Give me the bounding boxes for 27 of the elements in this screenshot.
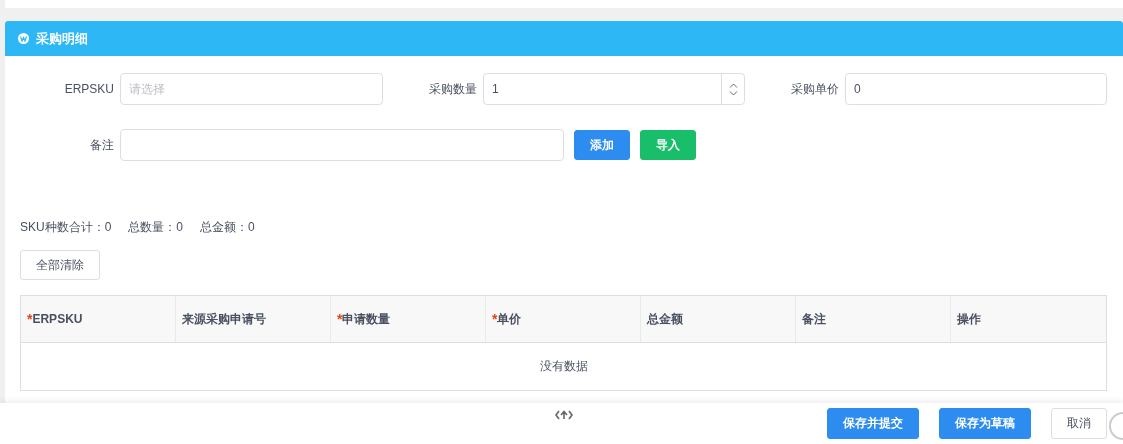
clear-all-button[interactable]: 全部清除 [20, 250, 100, 280]
panel-title: 采购明细 [36, 29, 88, 48]
field-label: 采购数量 [428, 80, 478, 98]
column-title: 来源采购申请号 [182, 310, 266, 328]
field-label: ERPSKU [63, 82, 115, 96]
input-field[interactable] [120, 129, 564, 161]
field-label: 备注 [89, 136, 115, 154]
number-field[interactable]: 1 [483, 73, 745, 105]
code-arrow-icon[interactable] [555, 410, 573, 420]
required-mark: * [27, 311, 33, 327]
summary-text: 总金额：0 [200, 218, 255, 236]
required-mark: * [337, 311, 343, 327]
cancel-button[interactable]: 取消 [1051, 408, 1107, 439]
required-mark: * [492, 311, 498, 327]
summary-text: SKU种数合计：0 [20, 218, 112, 236]
column-title: 单价 [497, 310, 522, 328]
input-field[interactable]: 请选择 [120, 73, 383, 105]
summary-text: 总数量：0 [128, 218, 184, 236]
column-title: 操作 [957, 310, 981, 328]
input-field[interactable]: 0 [845, 73, 1107, 105]
column-title: ERPSKU [32, 312, 83, 326]
field-label: 采购单价 [790, 80, 840, 98]
column-title: 备注 [802, 310, 826, 328]
column-title: 总金额 [647, 310, 683, 328]
logo-icon [18, 33, 29, 44]
empty-message: 没有数据 [539, 358, 588, 375]
column-title: 申请数量 [342, 310, 391, 328]
